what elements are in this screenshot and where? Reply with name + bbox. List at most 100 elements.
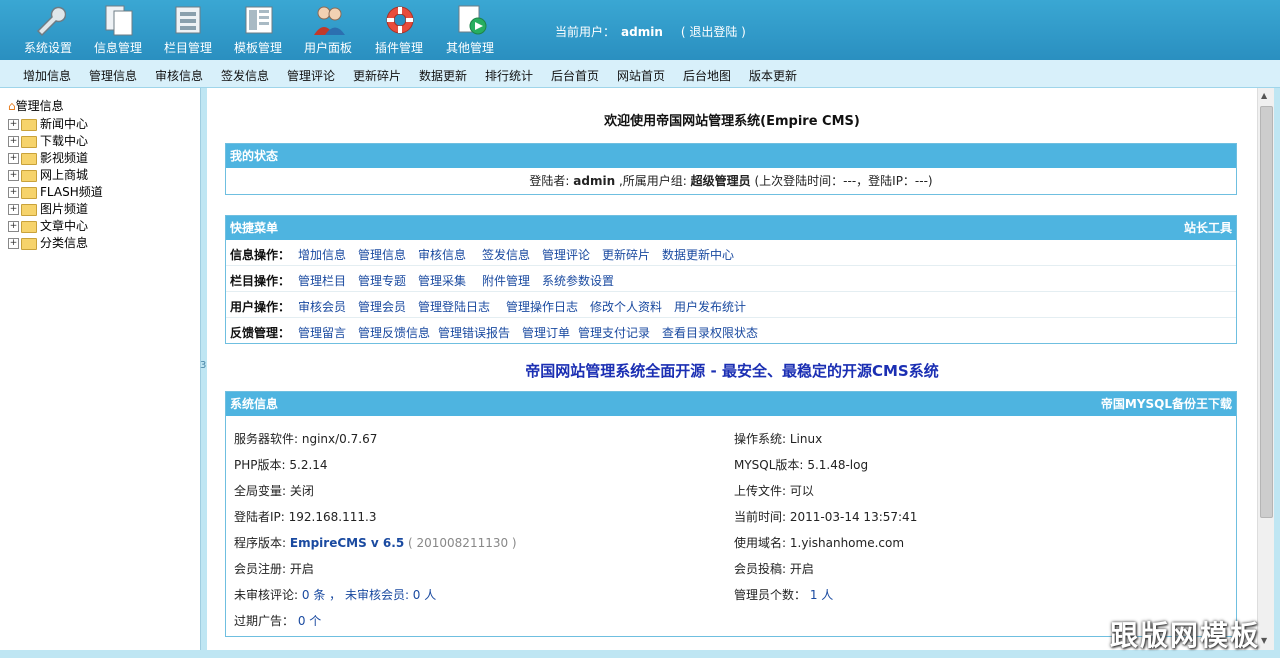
quick-link[interactable]: 管理反馈信息 [358, 324, 430, 341]
submenu-item[interactable]: 后台首页 [551, 67, 599, 84]
main-content: 欢迎使用帝国网站管理系统(Empire CMS) 我的状态 登陆者: admin… [207, 88, 1257, 650]
tree-node-label: 下载中心 [40, 134, 89, 148]
watermark: 跟版网模板 [1110, 619, 1261, 652]
quick-link[interactable]: 管理登陆日志 [418, 298, 490, 315]
quick-link[interactable]: 签发信息 [482, 246, 530, 263]
tree-node[interactable]: + 图片频道 [8, 200, 88, 216]
nav-label: 模板管理 [233, 41, 282, 55]
info-value: 1.yishanhome.com [789, 536, 905, 550]
submenu-item[interactable]: 后台地图 [683, 67, 731, 84]
sys-info-item: 当前时间: 2011-03-14 13:57:41 [734, 508, 917, 525]
frame-splitter-toggle[interactable]: 3 [200, 360, 206, 371]
expand-icon[interactable]: + [8, 170, 19, 181]
expired-ads-count[interactable]: 0 个 [298, 614, 321, 628]
nav-label: 插件管理 [374, 41, 423, 55]
folder-icon [21, 203, 37, 216]
expand-icon[interactable]: + [8, 221, 19, 232]
sys-info-item: 会员注册: 开启 [234, 560, 314, 577]
info-value: 5.1.48-log [807, 458, 869, 472]
logout-link[interactable]: ( 退出登陆 ) [681, 25, 746, 39]
quick-link[interactable]: 管理栏目 [298, 272, 346, 289]
quick-menu-panel: 快捷菜单 站长工具 信息操作： 增加信息 管理信息 审核信息 签发信息 管理评论 … [225, 215, 1237, 344]
expand-icon[interactable]: + [8, 204, 19, 215]
nav-user-panel[interactable]: 用户面板 [293, 0, 363, 60]
wrench-icon [36, 6, 66, 37]
sys-info-item: 使用域名: 1.yishanhome.com [734, 534, 904, 551]
quick-link[interactable]: 管理支付记录 [578, 324, 650, 341]
expand-icon[interactable]: + [8, 187, 19, 198]
nav-template-manage[interactable]: 模板管理 [223, 0, 293, 60]
panel-title: 我的状态 [230, 149, 279, 163]
sys-info-item: 过期广告： 0 个 [234, 612, 321, 629]
nav-plugin-manage[interactable]: 插件管理 [364, 0, 434, 60]
tree-node[interactable]: + 网上商城 [8, 166, 88, 182]
quick-link[interactable]: 审核信息 [418, 246, 466, 263]
scroll-thumb[interactable] [1260, 106, 1273, 518]
tree-node-label: 影视频道 [40, 151, 89, 165]
submenu-item[interactable]: 管理评论 [287, 67, 335, 84]
vertical-scrollbar[interactable]: ▲ ▼ [1257, 88, 1274, 650]
nav-column-manage[interactable]: 栏目管理 [153, 0, 223, 60]
tree-node[interactable]: + 新闻中心 [8, 115, 88, 131]
sub-menu-bar: 增加信息 管理信息 审核信息 签发信息 管理评论 更新碎片 数据更新 排行统计 … [0, 60, 1280, 88]
submenu-item[interactable]: 签发信息 [221, 67, 269, 84]
quick-link[interactable]: 审核会员 [298, 298, 346, 315]
quick-row: 栏目操作： 管理栏目 管理专题 管理采集 附件管理 系统参数设置 [226, 266, 1236, 292]
info-value: 可以 [789, 484, 814, 498]
submenu-item[interactable]: 数据更新 [419, 67, 467, 84]
quick-link[interactable]: 附件管理 [482, 272, 530, 289]
expand-icon[interactable]: + [8, 136, 19, 147]
pending-counts[interactable]: 0 条 ， 未审核会员: 0 人 [302, 588, 436, 602]
tree-node-label: FLASH频道 [40, 185, 103, 199]
current-user: 当前用户： admin ( 退出登陆 ) [555, 23, 746, 40]
submenu-item[interactable]: 排行统计 [485, 67, 533, 84]
quick-link[interactable]: 管理订单 [522, 324, 570, 341]
tree-node[interactable]: + 下载中心 [8, 132, 88, 148]
tree-node[interactable]: + 分类信息 [8, 234, 88, 250]
sys-info-item: 操作系统: Linux [734, 430, 822, 447]
mysql-backup-download-link[interactable]: 帝国MYSQL备份王下载 [1101, 392, 1232, 416]
webmaster-tools-link[interactable]: 站长工具 [1184, 216, 1232, 240]
quick-link[interactable]: 更新碎片 [602, 246, 650, 263]
submenu-item[interactable]: 网站首页 [617, 67, 665, 84]
scroll-up-icon[interactable]: ▲ [1261, 91, 1267, 100]
nav-label: 用户面板 [303, 41, 352, 55]
nav-other-manage[interactable]: 其他管理 [435, 0, 505, 60]
quick-link[interactable]: 管理专题 [358, 272, 406, 289]
scroll-down-icon[interactable]: ▼ [1261, 636, 1267, 645]
tree-node[interactable]: + FLASH频道 [8, 183, 103, 199]
quick-link[interactable]: 修改个人资料 [590, 298, 662, 315]
quick-link[interactable]: 查看目录权限状态 [662, 324, 758, 341]
info-value: 开启 [789, 562, 814, 576]
quick-link[interactable]: 数据更新中心 [662, 246, 734, 263]
expand-icon[interactable]: + [8, 238, 19, 249]
quick-link[interactable]: 管理留言 [298, 324, 346, 341]
info-label: 会员注册: [234, 562, 287, 576]
submenu-item[interactable]: 增加信息 [23, 67, 71, 84]
nav-info-manage[interactable]: 信息管理 [83, 0, 153, 60]
quick-link[interactable]: 管理错误报告 [438, 324, 510, 341]
quick-link[interactable]: 管理操作日志 [506, 298, 578, 315]
quick-link[interactable]: 管理采集 [418, 272, 466, 289]
quick-link[interactable]: 系统参数设置 [542, 272, 614, 289]
submenu-item[interactable]: 审核信息 [155, 67, 203, 84]
quick-link[interactable]: 用户发布统计 [674, 298, 746, 315]
left-tree-panel: ⌂管理信息 + 新闻中心 + 下载中心 + 影视频道 + 网上商城 + FLASH频道 +… [0, 88, 201, 650]
admin-count[interactable]: 1 人 [810, 588, 833, 602]
expand-icon[interactable]: + [8, 119, 19, 130]
quick-link[interactable]: 管理会员 [358, 298, 406, 315]
quick-link[interactable]: 管理信息 [358, 246, 406, 263]
quick-link[interactable]: 增加信息 [298, 246, 346, 263]
folder-icon [21, 152, 37, 165]
folder-icon [21, 220, 37, 233]
submenu-item[interactable]: 更新碎片 [353, 67, 401, 84]
status-line: 登陆者: admin ,所属用户组: 超级管理员 (上次登陆时间：---，登陆I… [226, 168, 1236, 194]
submenu-item[interactable]: 管理信息 [89, 67, 137, 84]
expand-icon[interactable]: + [8, 153, 19, 164]
tree-node[interactable]: + 影视频道 [8, 149, 88, 165]
quick-link[interactable]: 管理评论 [542, 246, 590, 263]
nav-system-settings[interactable]: 系统设置 [13, 0, 83, 60]
tree-root[interactable]: ⌂管理信息 [8, 97, 64, 113]
submenu-item[interactable]: 版本更新 [749, 67, 797, 84]
tree-node[interactable]: + 文章中心 [8, 217, 88, 233]
